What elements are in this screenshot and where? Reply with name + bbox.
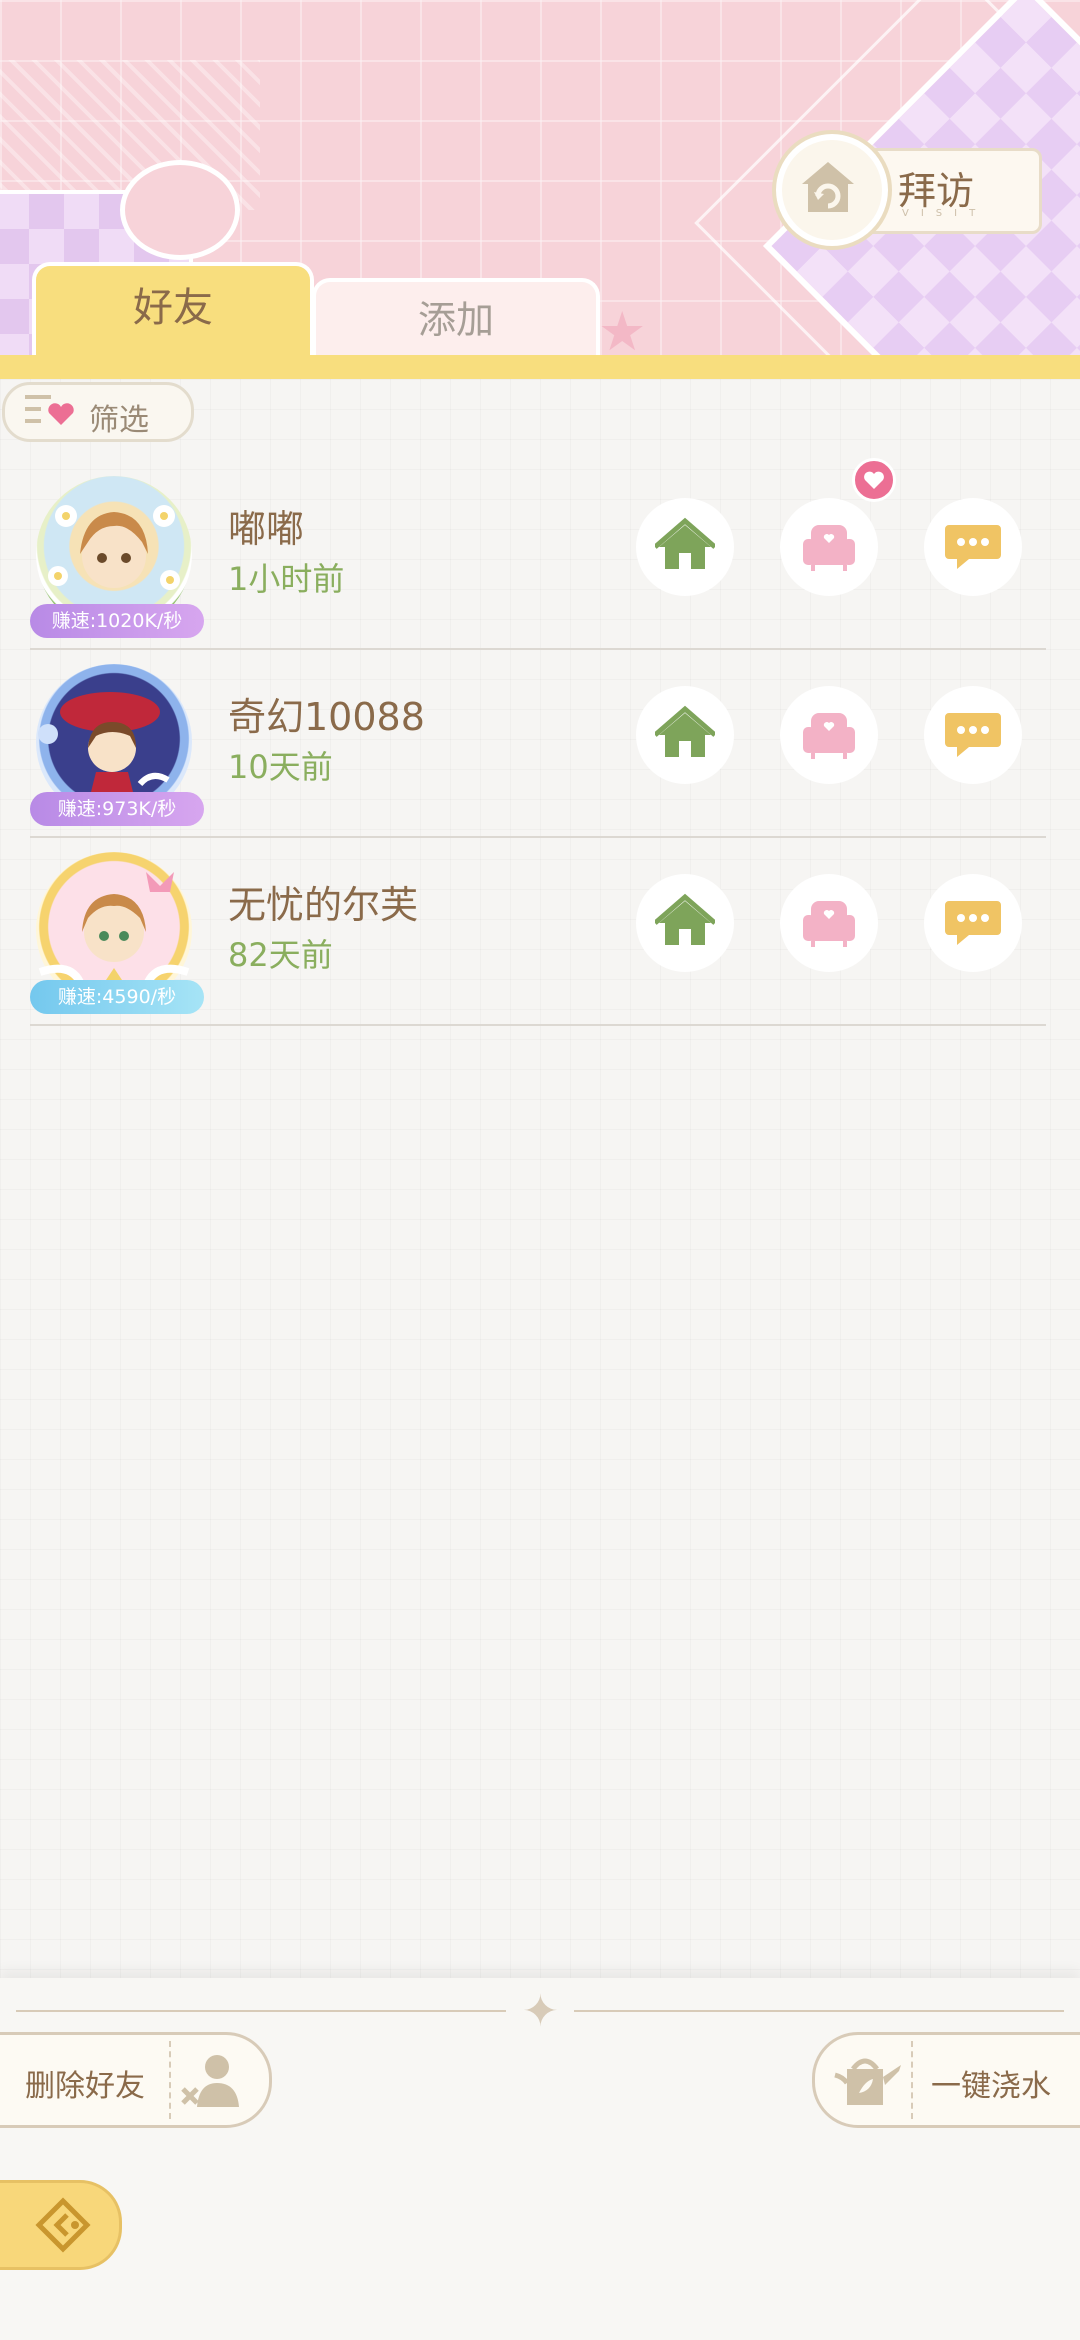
delete-friend-label: 删除好友 — [25, 2069, 145, 2104]
sofa-icon — [803, 713, 855, 759]
filter-label: 筛选 — [89, 403, 149, 438]
separator-line — [574, 2010, 1064, 2012]
separator-line — [16, 2010, 506, 2012]
visit-medal[interactable] — [772, 130, 892, 250]
friend-row[interactable]: 赚速:1020K/秒 嘟嘟 1小时前 — [0, 458, 1080, 650]
heart-icon — [864, 471, 884, 489]
gift-sofa-button[interactable] — [780, 874, 878, 972]
chat-bubble-icon — [945, 713, 1001, 757]
gift-sofa-button[interactable] — [780, 686, 878, 784]
visit-home-button[interactable] — [636, 874, 734, 972]
chat-button[interactable] — [924, 686, 1022, 784]
heart-notification-badge — [852, 458, 896, 502]
gift-sofa-button[interactable] — [780, 498, 878, 596]
chat-button[interactable] — [924, 498, 1022, 596]
sparkle-icon: ✦ — [522, 1986, 559, 2037]
house-icon — [655, 517, 715, 569]
dashed-divider — [911, 2041, 913, 2119]
tab-friends[interactable]: 好友 — [32, 262, 314, 362]
house-icon — [655, 705, 715, 757]
decor-cloud — [120, 160, 240, 260]
earn-speed-badge: 赚速:973K/秒 — [30, 792, 204, 826]
filter-heart-icon — [25, 395, 74, 425]
filter-button[interactable]: 筛选 — [2, 382, 194, 442]
visit-home-button[interactable] — [636, 498, 734, 596]
delete-friend-button[interactable]: 删除好友 — [0, 2032, 272, 2128]
back-button[interactable] — [0, 2180, 122, 2270]
back-arrow-icon — [35, 2197, 91, 2253]
dashed-divider — [169, 2041, 171, 2119]
last-online-time: 10天前 — [228, 748, 333, 786]
house-icon — [655, 893, 715, 945]
tab-underline — [0, 355, 1080, 379]
remove-user-icon — [181, 2055, 239, 2107]
chat-bubble-icon — [945, 901, 1001, 945]
sofa-icon — [803, 525, 855, 571]
tab-add[interactable]: 添加 — [312, 278, 600, 362]
water-all-button[interactable]: 一键浇水 — [812, 2032, 1080, 2128]
row-divider — [30, 1024, 1046, 1026]
star-decoration: ★ — [598, 300, 647, 363]
friend-row[interactable]: 赚速:973K/秒 奇幻10088 10天前 — [0, 650, 1080, 838]
last-online-time: 1小时前 — [228, 560, 345, 598]
watering-can-icon — [834, 2058, 901, 2105]
chat-bubble-icon — [945, 525, 1001, 569]
friend-name: 嘟嘟 — [228, 507, 305, 551]
chat-button[interactable] — [924, 874, 1022, 972]
earn-speed-badge: 赚速:1020K/秒 — [30, 604, 204, 638]
friend-name: 无忧的尔芙 — [228, 883, 419, 927]
friend-row[interactable]: 赚速:4590/秒 无忧的尔芙 82天前 — [0, 838, 1080, 1026]
sofa-icon — [803, 901, 855, 947]
visit-button[interactable]: 拜访 VISIT — [772, 130, 1042, 250]
earn-speed-badge: 赚速:4590/秒 — [30, 980, 204, 1014]
visit-label: 拜访 — [898, 169, 975, 213]
visit-sublabel: VISIT — [902, 208, 988, 219]
visit-home-button[interactable] — [636, 686, 734, 784]
house-return-icon — [802, 162, 854, 212]
water-all-label: 一键浇水 — [931, 2069, 1051, 2104]
last-online-time: 82天前 — [228, 936, 333, 974]
friend-name: 奇幻10088 — [228, 695, 425, 739]
